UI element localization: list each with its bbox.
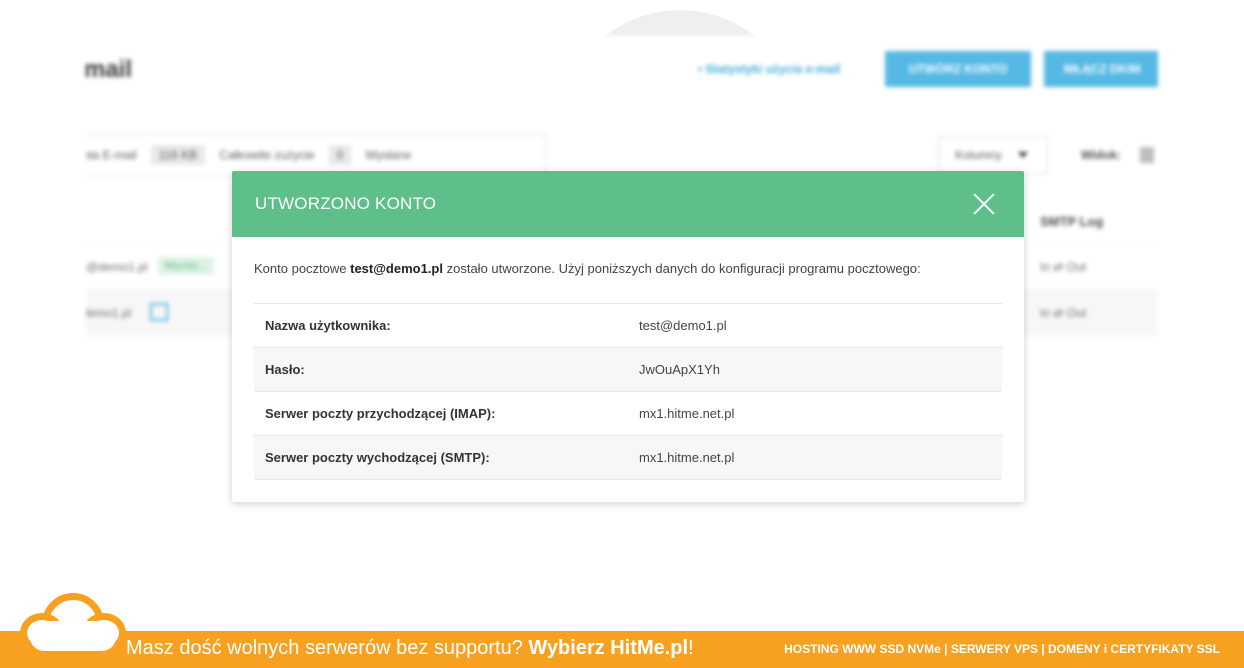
smtp-label: Serwer poczty wychodzącej (SMTP): xyxy=(265,450,490,465)
smtp-value[interactable]: mx1.hitme.net.pl xyxy=(628,436,1002,480)
modal-intro: Konto pocztowe test@demo1.pl zostało utw… xyxy=(254,261,1002,303)
password-value[interactable]: JwOuApX1Yh xyxy=(628,348,1002,392)
table-row: Serwer poczty przychodzącej (IMAP): mx1.… xyxy=(254,391,1002,436)
imap-label: Serwer poczty przychodzącej (IMAP): xyxy=(265,406,496,421)
intro-prefix: Konto pocztowe xyxy=(254,261,351,276)
imap-value[interactable]: mx1.hitme.net.pl xyxy=(628,392,1002,436)
username-value[interactable]: test@demo1.pl xyxy=(628,304,1002,348)
modal-body: Konto pocztowe test@demo1.pl zostało utw… xyxy=(232,237,1024,480)
intro-email: test@demo1.pl xyxy=(350,261,443,276)
credentials-table: Nazwa użytkownika: test@demo1.pl Hasło: … xyxy=(254,303,1002,480)
banner-brand: Wybierz HitMe.pl xyxy=(528,637,689,659)
page: -mail • Statystyki użycia e-mail UTWÓRZ … xyxy=(0,0,1244,668)
table-row: Hasło: JwOuApX1Yh xyxy=(254,347,1002,392)
password-label: Hasło: xyxy=(265,362,305,377)
banner-message[interactable]: Masz dość wolnych serwerów bez supportu?… xyxy=(126,637,694,660)
intro-suffix: zostało utworzone. Użyj poniższych danyc… xyxy=(443,261,921,276)
table-row: Nazwa użytkownika: test@demo1.pl xyxy=(254,303,1002,348)
close-icon[interactable] xyxy=(972,192,996,216)
modal-header: UTWORZONO KONTO xyxy=(232,171,1024,237)
cloud-logo-icon xyxy=(18,591,128,655)
table-row: Serwer poczty wychodzącej (SMTP): mx1.hi… xyxy=(254,435,1002,480)
modal-title: UTWORZONO KONTO xyxy=(255,194,437,213)
banner-services[interactable]: HOSTING WWW SSD NVMe | SERWERY VPS | DOM… xyxy=(784,642,1220,656)
username-label: Nazwa użytkownika: xyxy=(265,318,391,333)
banner-message-suffix: ! xyxy=(688,637,694,659)
account-created-modal: UTWORZONO KONTO Konto pocztowe test@demo… xyxy=(232,171,1024,502)
banner-message-prefix: Masz dość wolnych serwerów bez supportu? xyxy=(126,637,529,659)
